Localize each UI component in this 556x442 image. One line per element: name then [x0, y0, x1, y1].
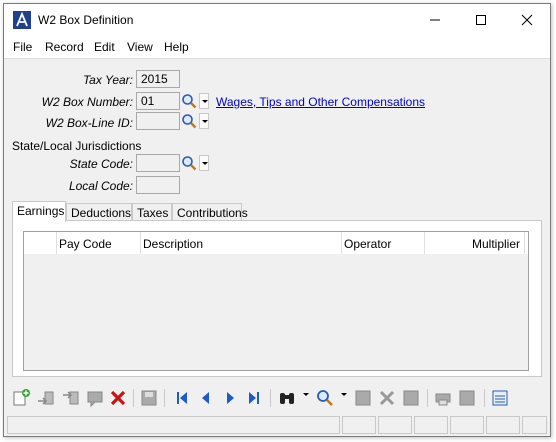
box-number-field[interactable]: 01	[136, 92, 180, 110]
column-pay-code[interactable]: Pay Code	[57, 232, 141, 254]
box-line-dropdown-icon[interactable]	[199, 113, 209, 129]
main-window: W2 Box Definition File Record Edit View …	[3, 3, 551, 437]
toolbar-separator	[164, 389, 165, 407]
menu-help[interactable]: Help	[164, 40, 189, 54]
toolbar-separator	[484, 389, 485, 407]
close-button[interactable]	[504, 4, 550, 36]
comment-icon[interactable]	[85, 388, 105, 408]
local-code-field[interactable]	[136, 176, 180, 194]
column-description[interactable]: Description	[141, 232, 342, 254]
box-description-link[interactable]: Wages, Tips and Other Compensations	[216, 95, 425, 109]
resize-grip[interactable]	[522, 416, 547, 434]
pay-code-grid[interactable]: Pay Code Description Operator Multiplier	[23, 231, 529, 371]
status-cell	[486, 416, 520, 434]
maximize-button[interactable]	[458, 4, 504, 36]
status-cell	[342, 416, 376, 434]
box-line-lookup-icon[interactable]	[181, 113, 197, 129]
bottom-toolbar	[4, 384, 550, 412]
lookup-dropdown-icon[interactable]	[341, 393, 347, 396]
tab-deductions[interactable]: Deductions	[66, 203, 132, 221]
status-cell	[450, 416, 484, 434]
menu-record[interactable]: Record	[45, 40, 84, 54]
menu-edit[interactable]: Edit	[94, 40, 115, 54]
find-icon[interactable]	[277, 388, 297, 408]
next-record-icon[interactable]	[220, 388, 240, 408]
menu-file[interactable]: File	[13, 40, 32, 54]
state-local-heading: State/Local Jurisdictions	[12, 139, 142, 153]
toolbar-separator	[133, 389, 134, 407]
status-bar	[4, 414, 550, 434]
state-code-dropdown-icon[interactable]	[199, 155, 209, 171]
tools-icon[interactable]	[377, 388, 397, 408]
tab-taxes[interactable]: Taxes	[132, 203, 172, 221]
box-line-label: W2 Box-Line ID:	[45, 116, 133, 130]
print-icon[interactable]	[433, 388, 453, 408]
earnings-panel: Pay Code Description Operator Multiplier	[12, 220, 542, 377]
box-number-label: W2 Box Number:	[41, 95, 133, 109]
insert-icon[interactable]	[36, 388, 56, 408]
grid-icon[interactable]	[353, 388, 373, 408]
first-record-icon[interactable]	[172, 388, 192, 408]
column-multiplier[interactable]: Multiplier	[425, 232, 525, 254]
menu-bar: File Record Edit View Help	[4, 36, 550, 58]
delete-icon[interactable]	[108, 388, 128, 408]
state-code-lookup-icon[interactable]	[181, 155, 197, 171]
insert-before-icon[interactable]	[61, 388, 81, 408]
tax-year-field[interactable]: 2015	[136, 70, 180, 88]
new-record-icon[interactable]	[11, 388, 31, 408]
last-record-icon[interactable]	[244, 388, 264, 408]
state-code-label: State Code:	[69, 157, 133, 171]
row-selector-header	[24, 232, 57, 254]
menu-view[interactable]: View	[127, 40, 153, 54]
minimize-button[interactable]	[412, 4, 458, 36]
state-code-field[interactable]	[136, 154, 180, 172]
tab-earnings[interactable]: Earnings	[12, 201, 66, 222]
close-icon	[521, 14, 533, 26]
window-title: W2 Box Definition	[38, 13, 134, 27]
maximize-icon	[476, 15, 486, 25]
grid-header: Pay Code Description Operator Multiplier	[24, 232, 528, 254]
local-code-label: Local Code:	[68, 179, 133, 193]
export-icon[interactable]	[457, 388, 477, 408]
find-dropdown-icon[interactable]	[303, 393, 309, 396]
toolbar-separator	[427, 389, 428, 407]
app-logo-icon	[13, 11, 31, 29]
toolbar-separator	[270, 389, 271, 407]
lookup-icon[interactable]	[315, 388, 335, 408]
previous-record-icon[interactable]	[196, 388, 216, 408]
minimize-icon	[430, 19, 440, 21]
status-cell	[378, 416, 412, 434]
column-operator[interactable]: Operator	[342, 232, 425, 254]
menu-separator	[4, 58, 550, 59]
status-message	[7, 416, 340, 434]
tab-contributions[interactable]: Contributions	[172, 203, 248, 221]
box-number-lookup-icon[interactable]	[181, 93, 197, 109]
tax-year-label: Tax Year:	[82, 73, 133, 87]
status-cell	[414, 416, 448, 434]
view-icon[interactable]	[401, 388, 421, 408]
save-icon[interactable]	[139, 388, 159, 408]
box-number-dropdown-icon[interactable]	[199, 93, 209, 109]
box-line-field[interactable]	[136, 112, 180, 130]
title-bar: W2 Box Definition	[4, 4, 550, 36]
settings-icon[interactable]	[490, 388, 510, 408]
